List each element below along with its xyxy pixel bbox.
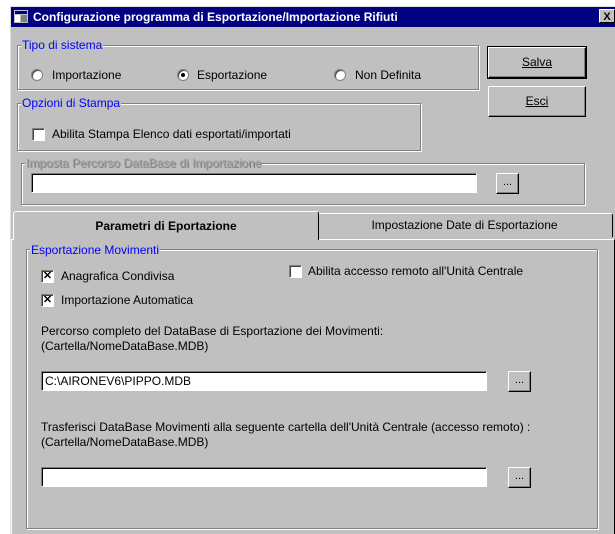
window-title: Configurazione programma di Esportazione… [33,10,398,24]
tipo-sistema-title: Tipo di sistema [21,38,104,52]
opzioni-stampa-title: Opzioni di Stampa [21,96,122,110]
tab-impostazione-date[interactable]: Impostazione Date di Esportazione [316,213,613,237]
trasferisci-input[interactable] [41,467,487,487]
percorso-esportazione-label-2: (Cartella/NomeDataBase.MDB) [41,339,209,353]
esci-button-label: Esci [525,94,549,108]
trasferisci-label-1: Trasferisci DataBase Movimenti alla segu… [41,420,531,434]
importazione-automatica-label: Importazione Automatica [61,293,194,307]
abilita-stampa-checkbox[interactable] [32,128,45,141]
radio-esportazione-label: Esportazione [197,68,268,82]
salva-button[interactable]: Salva [487,46,587,79]
tab-parametri-eportazione-label: Parametri di Eportazione [95,219,237,233]
percorso-importazione-input[interactable] [31,173,477,193]
abilita-stampa-label: Abilita Stampa Elenco dati esportati/imp… [52,127,291,141]
importazione-automatica-checkbox[interactable]: ✕ [41,294,54,307]
esportazione-movimenti-title: Esportazione Movimenti [30,243,161,257]
tab-impostazione-date-label: Impostazione Date di Esportazione [371,218,558,232]
title-bar: Configurazione programma di Esportazione… [11,7,615,27]
close-button[interactable]: X [599,9,615,23]
accesso-remoto-checkbox[interactable] [289,265,302,278]
trasferisci-browse-button[interactable]: ... [508,467,531,488]
percorso-esportazione-label-1: Percorso completo del DataBase di Esport… [41,324,384,338]
accesso-remoto-label: Abilita accesso remoto all'Unità Central… [308,264,524,278]
radio-importazione-label: Importazione [52,68,122,82]
percorso-esportazione-browse-button[interactable]: ... [508,371,531,392]
radio-non-definita[interactable] [334,69,346,81]
app-icon [14,10,28,23]
percorso-importazione-title: Imposta Percorso DataBase di Importazion… [25,156,263,170]
tab-parametri-eportazione[interactable]: Parametri di Eportazione [13,211,319,240]
percorso-esportazione-input[interactable]: C:\AIRONEV6\PIPPO.MDB [41,371,487,391]
radio-esportazione[interactable] [177,69,189,81]
anagrafica-condivisa-label: Anagrafica Condivisa [61,269,175,283]
anagrafica-condivisa-checkbox[interactable]: ✕ [41,270,54,283]
esci-button[interactable]: Esci [488,86,586,117]
salva-button-label: Salva [521,55,553,69]
radio-non-definita-label: Non Definita [355,68,422,82]
config-window: Configurazione programma di Esportazione… [10,6,615,534]
radio-importazione[interactable] [31,69,43,81]
trasferisci-label-2: (Cartella/NomeDataBase.MDB) [41,435,209,449]
percorso-importazione-browse-button[interactable]: ... [496,173,519,194]
